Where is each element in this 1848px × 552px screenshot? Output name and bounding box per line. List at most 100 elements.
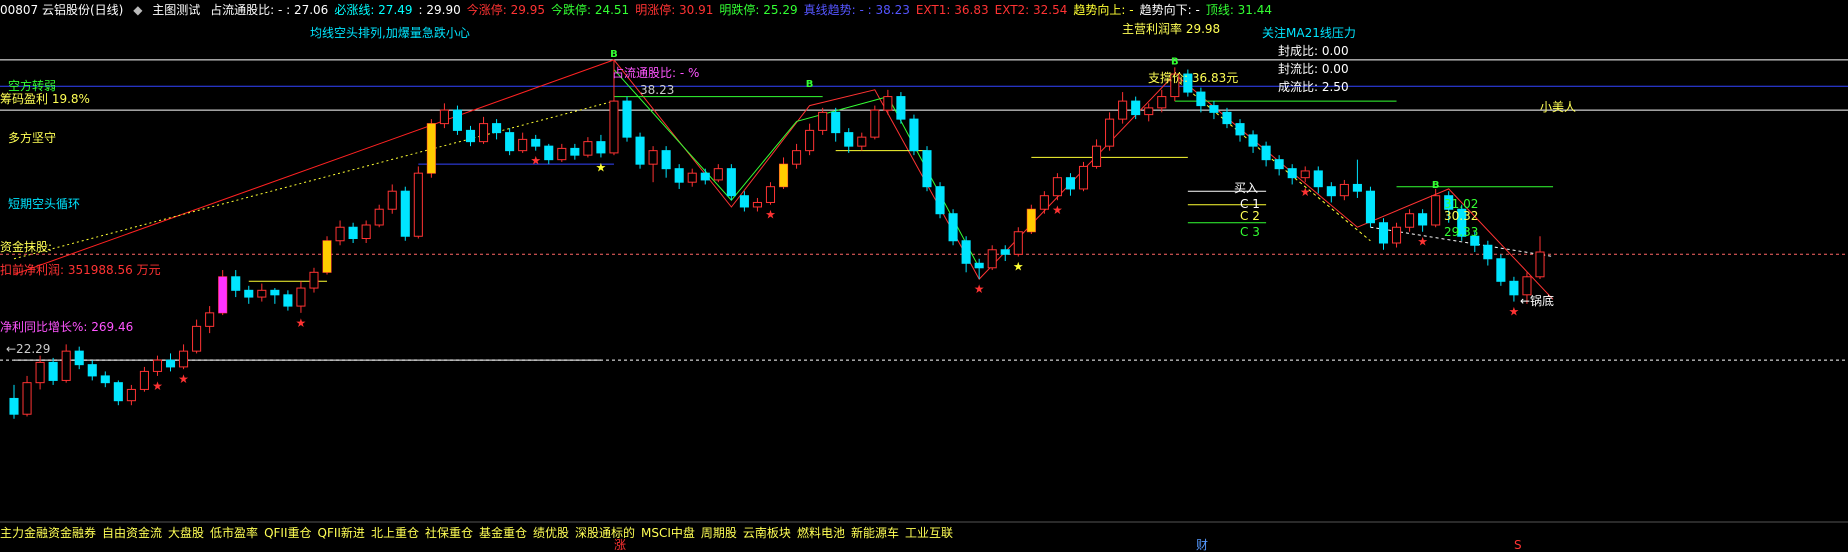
candle-body [505,132,515,152]
indicator-name[interactable]: 主图测试 [152,3,200,17]
concept-tag[interactable]: 工业互联 [905,526,953,540]
level-3032: 30.32 [1444,209,1479,223]
concept-tag[interactable]: 自由资金流 [102,526,162,540]
candle-body [309,271,319,289]
candle-body [570,147,580,156]
candle-body [1013,231,1023,255]
bear-alignment-warning: 均线空头排列,加爆量急跌小心 [310,26,470,40]
candle-body [374,208,384,226]
candle-body [1352,183,1362,192]
concept-tag[interactable]: 燃料电池 [797,526,845,540]
support-price: 支撑价: 36.83元 [1148,71,1239,85]
candle-body [1535,251,1545,278]
candle-body [35,361,45,384]
star-marker: ★ [596,160,607,174]
candle-body [609,100,619,154]
concept-tag[interactable]: 云南板块 [743,526,791,540]
concept-tag[interactable]: 新能源车 [851,526,899,540]
candle-body [179,350,189,368]
header-item-9: EXT2: 32.54 [994,3,1068,17]
candle-body [1300,170,1310,179]
candle-body [922,150,932,188]
candle-body [1313,170,1323,188]
candle-body [1287,168,1297,179]
candle-body [1378,222,1389,244]
turnover-float: 成流比: 2.50 [1278,80,1349,94]
candle-body [9,397,19,415]
header-item-8: EXT1: 36.83 [915,3,989,17]
candle-body [1157,96,1167,109]
candle-body [87,364,97,377]
concept-tag[interactable]: 绩优股 [533,526,569,540]
header-item-2: : 29.90 [418,3,461,17]
concept-tag[interactable]: 基金重仓 [479,526,527,540]
candle-body [700,172,710,181]
candle-body [544,145,554,161]
concept-tag[interactable]: 社保重仓 [425,526,473,540]
header-item-5: 明涨停: 30.91 [635,3,714,17]
header-item-1: 必涨线: 27.49 [334,3,413,17]
concept-tag[interactable]: 低市盈率 [210,526,258,540]
header-item-6: 明跌停: 25.29 [719,3,798,17]
settings-gear-icon[interactable]: ◆ [133,3,142,17]
candle-body [361,224,371,240]
concept-tag[interactable]: 周期股 [701,526,737,540]
candle-body [192,325,202,352]
candle-body [413,172,423,237]
concept-tag[interactable]: QFII新进 [318,526,365,540]
candle-body [1326,186,1336,197]
candle-body [113,382,123,402]
candle-body [531,138,541,147]
star-marker: ★ [296,316,307,330]
header-item-10: 趋势向上: - [1073,3,1134,17]
candle-body [739,195,749,208]
concept-tag[interactable]: 北上重仓 [371,526,419,540]
candle-body [661,150,671,170]
candle-body [648,150,658,165]
candle-body [792,150,802,165]
stock-code-name[interactable]: 00807 云铝股份(日线) [0,3,123,17]
candle-body [687,172,697,183]
concept-tag[interactable]: 大盘股 [168,526,204,540]
candle-body [400,190,410,237]
concept-tag[interactable]: MSCI中盘 [641,526,695,540]
small-beauty: 小美人 [1540,100,1577,114]
share-ratio-label: 占流通股比: - % [612,66,700,80]
candle-body [48,361,58,381]
candle-body [726,168,736,197]
candle-body [948,213,958,242]
highlight-candle [779,164,788,187]
star-marker: ★ [974,282,985,296]
candle-body [1131,100,1141,116]
candle-body [518,138,528,152]
gold-lift: 资金抹股: [0,240,53,254]
candle-body [596,141,606,154]
buy-marker: B [806,79,814,90]
candle-body [1196,91,1206,107]
candle-body [974,262,984,269]
candle-body [1118,100,1128,120]
candle-body [818,111,828,131]
level-2933: 29.33 [1444,225,1479,239]
date-marker[interactable]: 涨 [614,538,626,552]
buy-marker: B [610,49,618,60]
star-marker: ★ [1417,235,1428,249]
candle-body [713,168,723,181]
candle-body [165,359,176,368]
star-marker: ★ [178,372,189,386]
star-marker: ★ [1013,260,1024,274]
candle-body [296,287,306,307]
candle-body [1065,177,1076,190]
candle-body [1483,244,1493,260]
concept-tag[interactable]: QFII重仓 [264,526,311,540]
candle-body [257,289,267,298]
date-marker[interactable]: 财 [1196,538,1208,552]
candle-body [583,141,593,156]
date-marker[interactable]: S [1514,538,1522,552]
profit-growth: 净利同比增长%: 269.46 [0,320,134,334]
header-item-12: 顶线: 31.44 [1205,3,1273,17]
concept-tag[interactable]: 主力金融资金融券 [0,526,96,540]
candle-body [205,312,215,327]
header-item-7: 真线趋势: - : 38.23 [803,3,910,17]
yellow-dotted-trend [13,100,615,260]
